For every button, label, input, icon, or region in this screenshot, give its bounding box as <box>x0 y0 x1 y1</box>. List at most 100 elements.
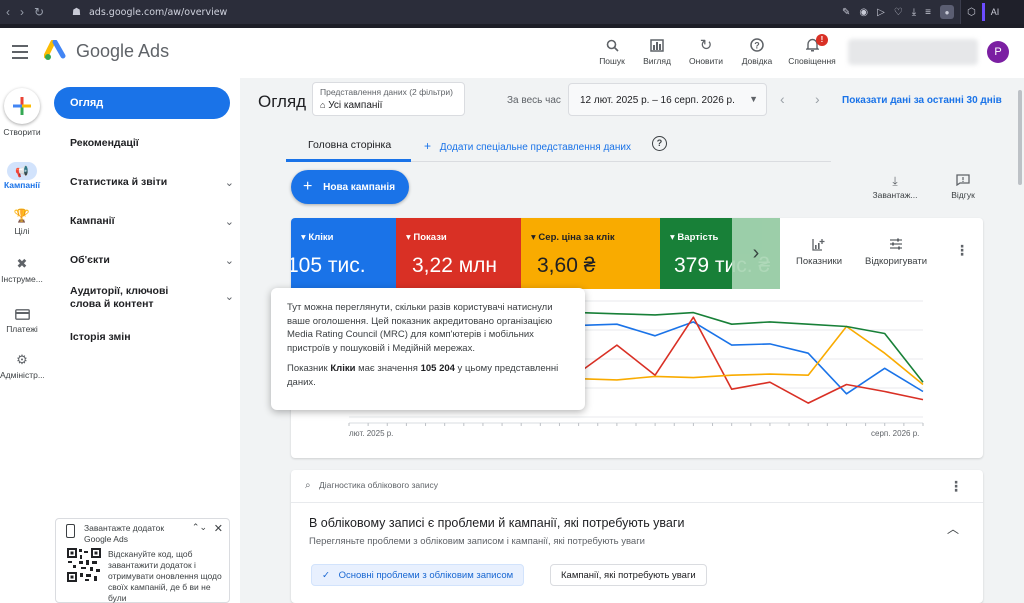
metric-label: ▾ Кліки <box>301 232 334 243</box>
account-name-redacted[interactable] <box>848 39 978 65</box>
metric-tile-avg-cpc[interactable]: ▾ Сер. ціна за клік 3,60 ₴ <box>521 218 660 289</box>
sidebar-item-reports[interactable]: Статистика й звіти ⌄ <box>70 176 234 189</box>
tab-home[interactable]: Головна сторінка <box>308 139 391 151</box>
rail-item-campaigns[interactable]: 📢 Кампанії <box>0 162 44 190</box>
edit-icon[interactable]: ✎ <box>842 7 850 18</box>
sidebar-item-label: Статистика й звіти <box>70 176 168 188</box>
adjust-button[interactable]: Відкоригувати <box>865 238 927 267</box>
plus-icon <box>13 97 31 115</box>
sidebar-item-label: Рекомендації <box>70 137 139 149</box>
chip-label: Основні проблеми з обліковим записом <box>338 570 514 581</box>
show-last-30-days-link[interactable]: Показати дані за останні 30 днів <box>842 95 1002 106</box>
chevron-right-icon: › <box>752 242 760 264</box>
create-button[interactable] <box>4 88 40 124</box>
extension-area: ⬡ AI <box>960 0 1024 24</box>
menu-icon[interactable]: ≡ <box>925 7 931 18</box>
diagnostics-divider <box>291 502 983 503</box>
diagnostics-header-label: Діагностика облікового запису <box>318 480 438 490</box>
download-button[interactable]: ⤓ Завантаж... <box>866 174 924 200</box>
trophy-icon: 🏆 <box>13 208 31 223</box>
notification-badge: ! <box>816 34 828 46</box>
notifications-label: Сповіщення <box>788 56 836 66</box>
home-icon: ⌂ <box>320 100 326 110</box>
sidebar-item-campaigns[interactable]: Кампанії ⌄ <box>70 215 234 228</box>
metric-tile-impressions[interactable]: ▾ Покази 3,22 млн <box>396 218 521 289</box>
period-label: За весь час <box>507 95 561 106</box>
sidebar-item-assets[interactable]: Об'єкти ⌄ <box>70 254 234 267</box>
avatar[interactable]: P <box>987 41 1009 63</box>
hamburger-menu-icon[interactable] <box>12 45 28 59</box>
megaphone-icon: 📢 <box>7 162 37 180</box>
download-label: Завантаж... <box>872 190 918 200</box>
cube-icon[interactable]: ⬡ <box>967 7 976 18</box>
sidebar-item-audiences[interactable]: Аудиторії, ключові слова й контент ⌄ <box>70 285 234 311</box>
rail-item-tools[interactable]: ✖ Інструме... <box>0 254 44 284</box>
download-icon[interactable]: ⤓ <box>912 7 916 18</box>
tooltip-value-line: Показник Кліки має значення 105 204 у ць… <box>287 363 559 388</box>
ai-button[interactable]: AI <box>991 7 1000 17</box>
rail-item-label: Платежі <box>6 324 38 334</box>
browser-toolbar: ‹ › ↻ ☗ ads.google.com/aw/overview ✎ ◉ ▷… <box>0 0 1024 24</box>
app-header: Google Ads Пошук Вигляд ↻ Оновити ? Дові… <box>0 28 1024 78</box>
tooltip-metric: Кліки <box>330 363 356 374</box>
heart-icon[interactable]: ♡ <box>894 7 903 18</box>
address-bar[interactable]: ads.google.com/aw/overview <box>89 7 227 18</box>
metrics-button[interactable]: Показники <box>796 238 842 267</box>
next-period-icon[interactable]: › <box>815 91 820 107</box>
more-vert-icon[interactable]: ⋮ <box>955 242 969 259</box>
sidebar-item-overview[interactable]: Огляд <box>54 87 230 119</box>
feedback-button[interactable]: Відгук <box>940 174 986 200</box>
prev-period-icon[interactable]: ‹ <box>780 91 785 107</box>
plus-icon: + <box>303 178 313 195</box>
refresh-icon: ↻ <box>699 37 713 54</box>
sidebar-item-recommendations[interactable]: Рекомендації <box>70 137 220 149</box>
browser-tools: ✎ ◉ ▷ ♡ ⤓ ≡ ● <box>842 0 954 24</box>
more-vert-icon[interactable]: ⋮ <box>949 478 963 495</box>
dropdown-arrow-icon: ▼ <box>749 94 758 104</box>
chevron-up-icon[interactable]: ︿ <box>947 520 959 537</box>
close-icon[interactable]: ✕ <box>214 522 223 535</box>
metric-label: ▾ Сер. ціна за клік <box>531 232 615 243</box>
page-scrollbar[interactable] <box>1018 90 1022 185</box>
next-metrics-button[interactable]: › <box>732 218 780 289</box>
site-info-icon[interactable]: ☗ <box>72 7 81 18</box>
sidebar-item-change-history[interactable]: Історія змін <box>70 331 220 343</box>
sidebar-item-label: Кампанії <box>70 215 115 227</box>
rail-item-admin[interactable]: ⚙ Адміністр... <box>0 350 44 380</box>
x-tick-start: лют. 2025 р. <box>349 429 394 438</box>
refresh-button[interactable]: ↻ Оновити <box>680 36 732 66</box>
back-icon[interactable]: ‹ <box>6 5 10 19</box>
google-ads-logo-icon <box>44 40 66 60</box>
left-rail: Створити 📢 Кампанії 🏆 Цілі ✖ Інструме...… <box>0 78 44 603</box>
profile-icon[interactable]: ● <box>940 5 954 19</box>
metric-tile-clicks[interactable]: ▾ Кліки 105 тис. <box>291 218 396 289</box>
date-range-picker[interactable]: 12 лют. 2025 р. – 16 серп. 2026 р. ▼ <box>568 83 767 116</box>
new-campaign-label: Нова кампанія <box>323 182 396 193</box>
view-selector[interactable]: Представлення даних (2 фільтри) ⌂ Усі ка… <box>312 82 465 116</box>
metric-value: 3,60 ₴ <box>537 254 596 277</box>
gear-icon: ⚙ <box>16 352 28 367</box>
diagnostics-title: В обліковому записі є проблеми й кампані… <box>309 516 685 530</box>
play-icon[interactable]: ▷ <box>877 7 885 18</box>
view-button[interactable]: Вигляд <box>631 36 683 66</box>
plus-icon: + <box>424 139 432 153</box>
collapse-icon[interactable]: ⌃⌄ <box>192 522 207 533</box>
google-ads-logo[interactable]: Google Ads <box>44 40 169 62</box>
reload-icon[interactable]: ↻ <box>34 5 44 19</box>
view-selector-text: Усі кампанії <box>328 100 383 111</box>
rail-create-label: Створити <box>3 127 41 137</box>
camera-icon[interactable]: ◉ <box>859 7 868 18</box>
notifications-button[interactable]: ! Сповіщення <box>786 34 838 66</box>
rail-item-goals[interactable]: 🏆 Цілі <box>0 206 44 236</box>
account-diagnostics-card: ⌕ Діагностика облікового запису ⋮ В облі… <box>291 470 983 603</box>
help-button[interactable]: ? Довідка <box>731 36 783 66</box>
rail-item-billing[interactable]: Платежі <box>0 304 44 334</box>
chip-campaigns-attention[interactable]: Кампанії, які потребують уваги <box>550 564 707 586</box>
tab-add-custom-view[interactable]: + Додати спеціальне представлення даних <box>424 139 631 153</box>
help-icon[interactable]: ? <box>652 136 667 151</box>
chip-account-issues[interactable]: ✓ Основні проблеми з обліковим записом <box>311 564 525 586</box>
forward-icon[interactable]: › <box>20 5 24 19</box>
new-campaign-button[interactable]: + Нова кампанія <box>291 170 409 204</box>
chart-plus-icon <box>796 238 842 256</box>
rail-item-label: Кампанії <box>3 180 41 190</box>
